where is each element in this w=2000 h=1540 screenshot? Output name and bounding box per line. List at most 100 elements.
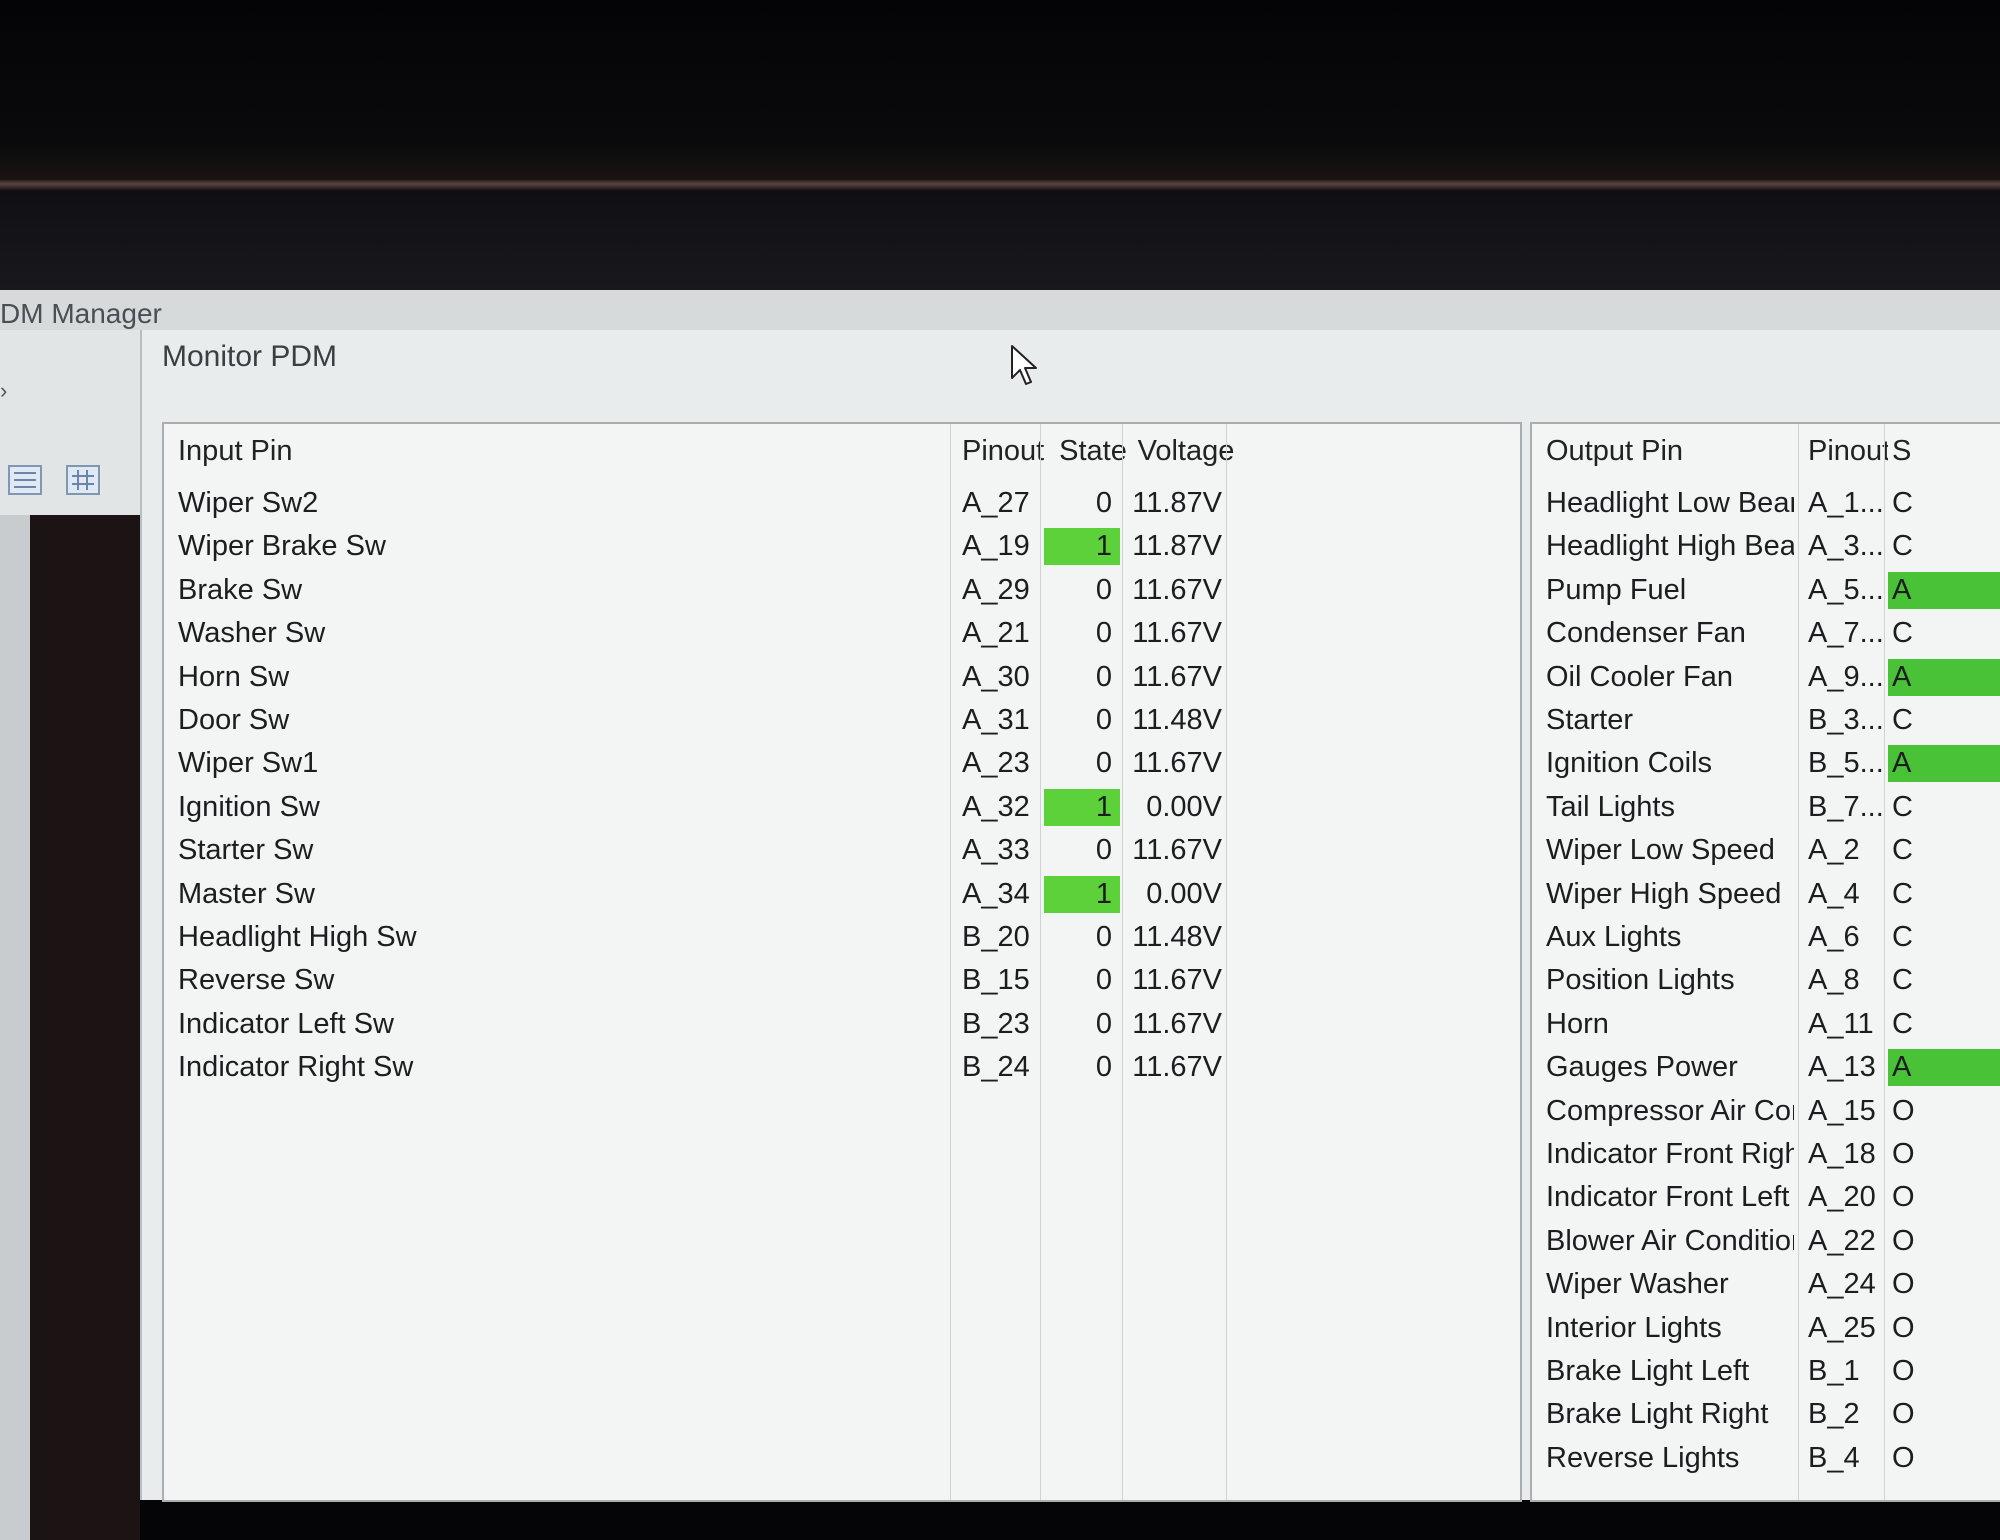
table-row[interactable]: Starter B_3... C [1532, 699, 2000, 742]
output-state: O [1892, 1398, 1915, 1431]
input-state: 1 [1044, 875, 1120, 913]
header-output-pin[interactable]: Output Pin [1546, 424, 1796, 478]
input-pin-name: Horn Sw [178, 660, 290, 693]
table-row[interactable]: Wiper High Speed A_4 C [1532, 873, 2000, 916]
input-voltage: 0.00V [1146, 877, 1222, 910]
table-row[interactable]: Horn Sw A_30 0 11.67V [164, 656, 1520, 699]
output-state: O [1892, 1138, 1915, 1170]
monitor-bezel [0, 0, 2000, 180]
table-row[interactable]: Ignition Sw A_32 1 0.00V [164, 786, 1520, 829]
table-row[interactable]: Wiper Low Speed A_2 C [1532, 829, 2000, 872]
output-pinout: A_1... [1808, 487, 1882, 519]
table-row[interactable]: Wiper Brake Sw A_19 1 11.87V [164, 525, 1520, 568]
output-state: O [1892, 1441, 1915, 1474]
table-row[interactable]: Indicator Left Sw B_23 0 11.67V [164, 1003, 1520, 1046]
monitor-pdm-dialog: Monitor PDM Input Pin Pinout State Volta… [140, 330, 2000, 1502]
input-voltage: 11.87V [1132, 487, 1222, 519]
table-row[interactable]: Aux Lights A_6 C [1532, 916, 2000, 959]
input-state: 1 [1044, 788, 1120, 826]
output-pin-name: Wiper Low Speed [1546, 834, 1775, 867]
desktop-background [0, 190, 2000, 290]
input-state: 0 [1044, 962, 1120, 999]
header-output-state[interactable]: S [1892, 424, 1922, 478]
input-pin-name: Headlight High Sw [178, 921, 417, 953]
input-pin-name: Wiper Brake Sw [178, 530, 386, 563]
input-state: 0 [1044, 485, 1120, 522]
table-row[interactable]: Position Lights A_8 C [1532, 959, 2000, 1002]
output-pin-name: Compressor Air Conditio... [1546, 1094, 1794, 1127]
grid-view-icon[interactable] [66, 465, 100, 495]
input-state: 0 [1044, 659, 1120, 696]
output-pin-name: Brake Light Left [1546, 1355, 1750, 1387]
header-pinout[interactable]: Pinout [962, 424, 1052, 478]
list-view-icon[interactable] [8, 465, 42, 495]
table-row[interactable]: Brake Light Left B_1 O [1532, 1350, 2000, 1393]
table-row[interactable]: Wiper Washer A_24 O [1532, 1263, 2000, 1306]
input-pin-name: Reverse Sw [178, 964, 335, 997]
output-pinout: A_15 [1808, 1094, 1876, 1127]
table-row[interactable]: Tail Lights B_7... C [1532, 786, 2000, 829]
input-voltage: 11.48V [1132, 704, 1222, 736]
input-state: 1 [1044, 528, 1120, 566]
table-row[interactable]: Blower Air Conditioner A_22 O [1532, 1220, 2000, 1263]
state-value: 0 [1095, 964, 1112, 997]
output-state: C [1892, 704, 1913, 736]
output-pin-name: Condenser Fan [1546, 617, 1746, 650]
output-state: C [1892, 790, 1913, 823]
output-pin-name: Interior Lights [1546, 1311, 1722, 1344]
output-pin-name: Oil Cooler Fan [1546, 660, 1733, 693]
table-row[interactable]: Reverse Sw B_15 0 11.67V [164, 959, 1520, 1002]
output-pin-name: Position Lights [1546, 964, 1735, 997]
table-row[interactable]: Oil Cooler Fan A_9... A [1532, 656, 2000, 699]
table-row[interactable]: Reverse Lights B_4 O [1532, 1437, 2000, 1480]
table-row[interactable]: Indicator Right Sw B_24 0 11.67V [164, 1046, 1520, 1089]
table-row[interactable]: Master Sw A_34 1 0.00V [164, 873, 1520, 916]
table-row[interactable]: Indicator Front Right A_18 O [1532, 1133, 2000, 1176]
output-pin-table[interactable]: Output Pin Pinout S Headlight Low Beam A_… [1530, 422, 2000, 1502]
table-row[interactable]: Condenser Fan A_7... C [1532, 612, 2000, 655]
input-pin-name: Washer Sw [178, 617, 326, 650]
output-state: C [1892, 834, 1913, 867]
table-row[interactable]: Brake Sw A_29 0 11.67V [164, 569, 1520, 612]
input-pin-name: Indicator Right Sw [178, 1051, 414, 1084]
input-pin-table[interactable]: Input Pin Pinout State Voltage Wiper Sw2… [162, 422, 1522, 1502]
output-state: O [1892, 1268, 1915, 1301]
header-output-pinout[interactable]: Pinout [1808, 424, 1888, 478]
table-row[interactable]: Compressor Air Conditio... A_15 O [1532, 1090, 2000, 1133]
table-row[interactable]: Door Sw A_31 0 11.48V [164, 699, 1520, 742]
input-voltage: 11.67V [1132, 617, 1222, 650]
table-row[interactable]: Washer Sw A_21 0 11.67V [164, 612, 1520, 655]
table-row[interactable]: Ignition Coils B_5... A [1532, 742, 2000, 785]
output-pinout: A_18 [1808, 1138, 1876, 1170]
table-row[interactable]: Headlight Low Beam A_1... C [1532, 482, 2000, 525]
output-pinout: B_4 [1808, 1441, 1860, 1474]
header-input-pin[interactable]: Input Pin [178, 424, 938, 478]
table-row[interactable]: Interior Lights A_25 O [1532, 1307, 2000, 1350]
input-pinout: A_34 [962, 877, 1030, 910]
output-pinout: B_2 [1808, 1398, 1860, 1431]
output-state: O [1892, 1355, 1915, 1387]
output-pinout: B_1 [1808, 1355, 1860, 1387]
table-row[interactable]: Horn A_11 C [1532, 1003, 2000, 1046]
header-voltage[interactable]: Voltage [1134, 424, 1238, 478]
output-state: O [1892, 1094, 1915, 1127]
table-row[interactable]: Wiper Sw2 A_27 0 11.87V [164, 482, 1520, 525]
table-row[interactable]: Headlight High Sw B_20 0 11.48V [164, 916, 1520, 959]
state-value: 1 [1095, 530, 1112, 563]
input-pinout: B_23 [962, 1007, 1030, 1040]
output-state: O [1892, 1224, 1915, 1257]
table-row[interactable]: Indicator Front Left A_20 O [1532, 1176, 2000, 1219]
table-row[interactable]: Headlight High Beam A_3... C [1532, 525, 2000, 568]
output-state: C [1892, 877, 1913, 910]
output-pin-name: Tail Lights [1546, 790, 1675, 823]
table-row[interactable]: Wiper Sw1 A_23 0 11.67V [164, 742, 1520, 785]
chevron-right-icon[interactable]: › [0, 378, 7, 404]
table-row[interactable]: Brake Light Right B_2 O [1532, 1393, 2000, 1436]
table-row[interactable]: Gauges Power A_13 A [1532, 1046, 2000, 1089]
state-value: 0 [1095, 617, 1112, 650]
input-pinout: A_21 [962, 617, 1030, 650]
state-value: 0 [1095, 921, 1112, 953]
table-row[interactable]: Pump Fuel A_5... A [1532, 569, 2000, 612]
table-row[interactable]: Starter Sw A_33 0 11.67V [164, 829, 1520, 872]
output-pinout: A_22 [1808, 1224, 1876, 1257]
